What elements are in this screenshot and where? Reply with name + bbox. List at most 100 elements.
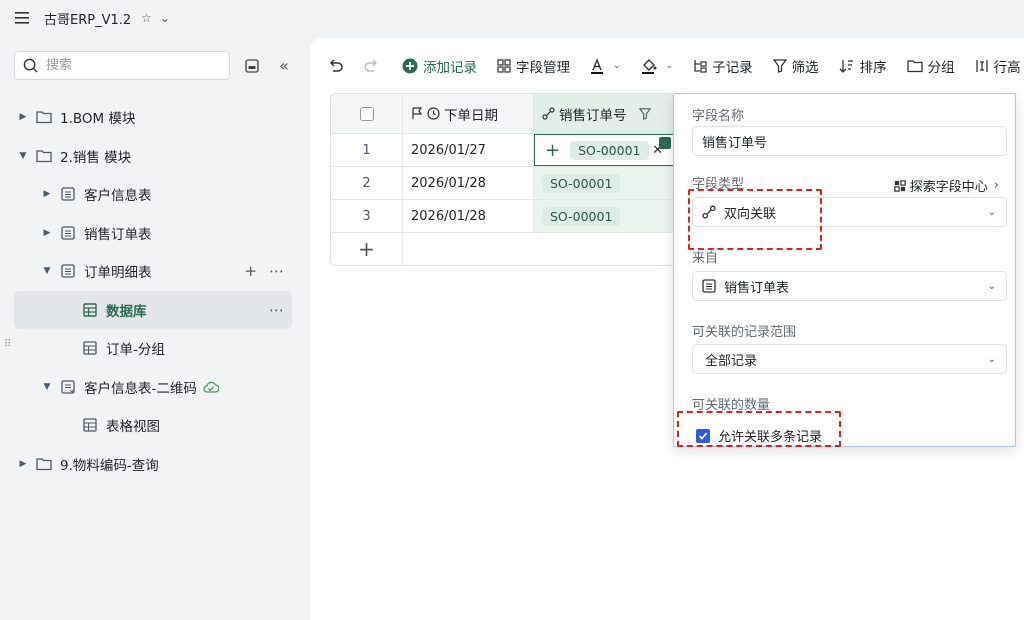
cloud-synced-icon <box>203 380 219 394</box>
explore-field-center-link[interactable]: 探索字段中心 › <box>894 176 999 195</box>
table-row[interactable]: 1 2026/01/27 + SO-00001 ✕ <box>331 134 674 167</box>
add-row-space[interactable] <box>403 233 674 265</box>
linked-record-tag[interactable]: SO-00001 <box>542 206 621 226</box>
text-color-button[interactable]: ⌄ <box>590 58 621 74</box>
table-row[interactable]: 2 2026/01/28 SO-00001 <box>331 167 674 200</box>
folder-icon <box>906 60 923 73</box>
sidebar-panel-icon[interactable] <box>242 56 262 76</box>
drag-handle-icon[interactable]: ⠿ <box>4 339 11 350</box>
add-record-button[interactable]: 添加记录 <box>402 56 477 76</box>
sort-label: 排序 <box>859 60 887 76</box>
chevron-down-icon: ⌄ <box>665 61 674 71</box>
fill-color-button[interactable]: ⌄ <box>641 58 674 74</box>
toolbar: 添加记录 字段管理 ⌄ ⌄ 子记录 筛选 排序 分组 行高 <box>328 54 1024 78</box>
link-icon <box>542 107 555 120</box>
chevron-down-icon: ⌄ <box>987 206 996 218</box>
caret-down-icon[interactable]: ▼ <box>42 382 52 392</box>
add-row-button[interactable]: + <box>331 233 403 265</box>
tree-node-label: 表格视图 <box>106 419 160 436</box>
tree-node[interactable]: ▶ 1.BOM 模块 <box>0 98 310 137</box>
table-row[interactable]: 3 2026/01/28 SO-00001 <box>331 200 674 233</box>
search-icon <box>23 58 38 73</box>
range-select[interactable]: 全部记录 ⌄ <box>692 344 1007 374</box>
chevron-down-icon[interactable]: ⌄ <box>160 11 170 25</box>
flag-icon <box>412 107 423 119</box>
sub-record-button[interactable]: 子记录 <box>693 56 753 76</box>
tree-node[interactable]: 表格视图 <box>0 406 310 445</box>
tree-node-label: 客户信息表 <box>84 188 152 205</box>
node-actions: + ⋯ <box>232 262 284 280</box>
caret-right-icon[interactable]: ▶ <box>18 112 28 122</box>
menu-icon[interactable] <box>14 10 30 26</box>
form-table-icon <box>60 379 76 395</box>
grid-icon <box>894 179 906 192</box>
tree-node[interactable]: ▼ 2.销售 模块 <box>0 137 310 176</box>
tree-node[interactable]: ▶ 客户信息表 <box>0 175 310 214</box>
search-input[interactable] <box>46 58 206 73</box>
column-header-label: 下单日期 <box>444 107 498 124</box>
field-name-value: 销售订单号 <box>702 135 768 151</box>
caret-down-icon[interactable]: ▼ <box>18 151 28 161</box>
tree-node[interactable]: ▼ 客户信息表-二维码 <box>0 368 310 407</box>
tree-node-label: 销售订单表 <box>84 226 152 243</box>
redo-icon <box>364 59 378 72</box>
sidebar: « ▶ 1.BOM 模块 ▼ 2.销售 模块 ▶ 客户信息表 ▶ 销售订单表 ▼… <box>0 36 310 620</box>
group-button[interactable]: 分组 <box>906 56 955 76</box>
folder-icon <box>36 148 52 164</box>
expand-icon[interactable] <box>659 137 671 149</box>
more-icon[interactable]: ⋯ <box>269 301 284 319</box>
field-name-input[interactable]: 销售订单号 <box>692 126 1007 156</box>
linked-record-tag[interactable]: SO-00001 <box>570 140 649 160</box>
caret-down-icon[interactable]: ▼ <box>42 266 52 276</box>
row-height-button[interactable]: 行高 <box>975 56 1021 76</box>
linked-record-tag[interactable]: SO-00001 <box>542 173 621 193</box>
order-cell[interactable]: SO-00001 <box>534 167 674 199</box>
column-header-date[interactable]: 下单日期 <box>403 94 534 133</box>
table-icon <box>60 186 76 202</box>
date-cell[interactable]: 2026/01/28 <box>403 167 534 199</box>
tree-node-label: 9.物料编码-查询 <box>60 457 159 474</box>
tree-node[interactable]: ▶ 9.物料编码-查询 <box>0 445 310 484</box>
filter-button[interactable]: 筛选 <box>772 56 819 76</box>
search-box[interactable] <box>14 51 230 80</box>
star-icon[interactable]: ☆ <box>141 11 152 25</box>
column-header-order[interactable]: 销售订单号 <box>534 94 674 133</box>
field-manage-button[interactable]: 字段管理 <box>497 56 570 76</box>
caret-right-icon[interactable]: ▶ <box>42 228 52 238</box>
field-name-label: 字段名称 <box>692 109 745 124</box>
more-icon[interactable]: ⋯ <box>269 262 284 280</box>
order-cell[interactable]: SO-00001 <box>534 200 674 232</box>
redo-button[interactable] <box>363 59 384 73</box>
chevron-right-icon: › <box>993 178 999 193</box>
order-cell-active[interactable]: + SO-00001 ✕ <box>534 134 674 166</box>
grid-view-icon <box>82 302 98 318</box>
add-icon[interactable]: + <box>244 262 257 280</box>
tree-node[interactable]: ▼ 订单明细表 + ⋯ <box>0 252 310 291</box>
caret-right-icon[interactable]: ▶ <box>18 459 28 469</box>
source-select[interactable]: 销售订单表 ⌄ <box>692 271 1007 301</box>
plus-circle-icon <box>402 58 418 74</box>
tree-node[interactable]: ▶ 销售订单表 <box>0 214 310 253</box>
add-record-label: 添加记录 <box>423 60 477 76</box>
tree-node-label: 数据库 <box>106 303 147 320</box>
sort-icon <box>839 60 853 73</box>
folder-icon <box>36 456 52 472</box>
table-icon <box>60 263 76 279</box>
sort-button[interactable]: 排序 <box>839 56 887 76</box>
add-row[interactable]: + <box>331 233 674 265</box>
tree-node-label: 2.销售 模块 <box>60 149 132 166</box>
date-cell[interactable]: 2026/01/28 <box>403 200 534 232</box>
select-all-checkbox[interactable] <box>359 106 374 121</box>
row-height-icon <box>975 60 988 72</box>
tree-node-selected[interactable]: 数据库 ⋯ <box>14 290 292 329</box>
add-link-icon[interactable]: + <box>545 140 560 161</box>
tree-node[interactable]: 订单-分组 <box>0 329 310 368</box>
row-number: 2 <box>331 167 403 199</box>
caret-right-icon[interactable]: ▶ <box>42 189 52 199</box>
date-cell[interactable]: 2026/01/27 <box>403 134 534 166</box>
filter-icon[interactable] <box>638 107 651 120</box>
table-icon <box>60 225 76 241</box>
undo-button[interactable] <box>328 59 349 73</box>
paint-bucket-icon <box>641 59 657 74</box>
collapse-sidebar-icon[interactable]: « <box>274 56 294 76</box>
